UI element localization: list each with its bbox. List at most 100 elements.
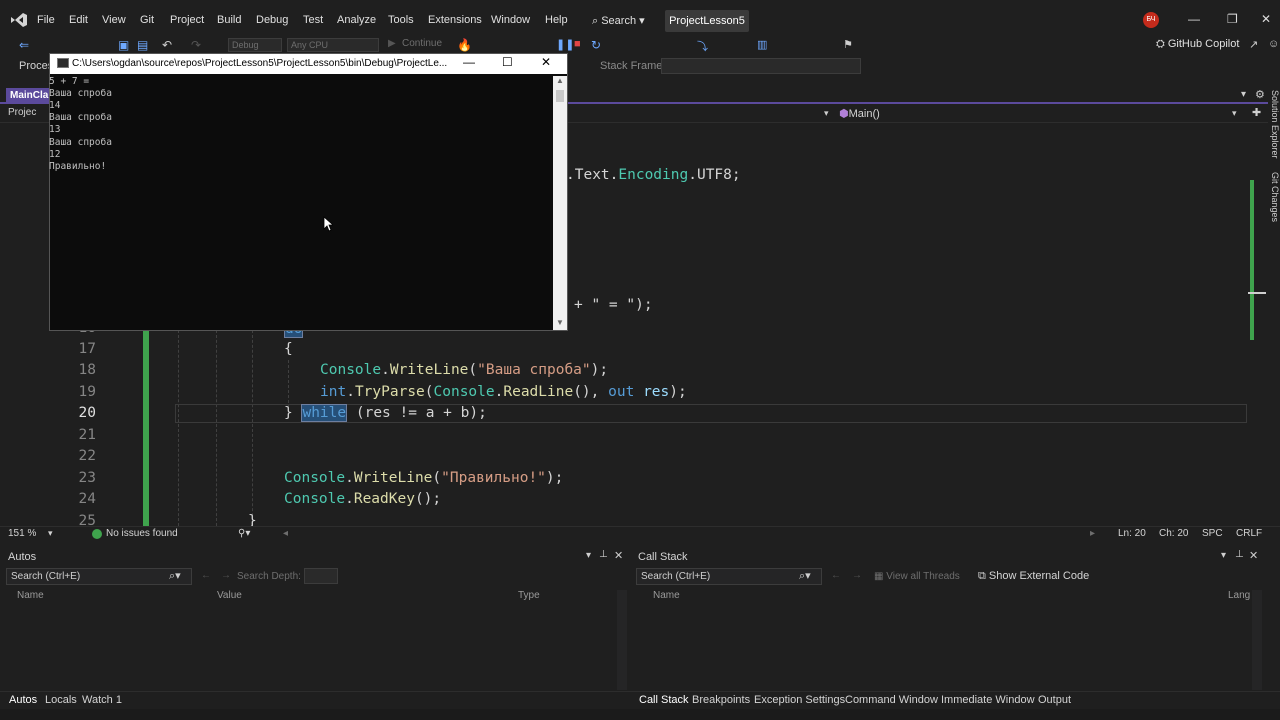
restart-icon[interactable]: ↻ [591, 38, 605, 52]
project-navigation-combo[interactable]: Projec [8, 107, 36, 118]
diagnostics-icon[interactable]: ▥ [757, 38, 771, 52]
column-header-type[interactable]: Type [518, 590, 540, 601]
menu-project[interactable]: Project [170, 14, 204, 26]
search-box[interactable]: ⌕ Search ▾ [592, 10, 656, 30]
minimize-icon[interactable]: — [1188, 12, 1200, 26]
console-close-icon[interactable]: ✕ [541, 55, 551, 69]
show-external-code-button[interactable]: ⧉ Show External Code [978, 570, 1089, 583]
menu-tools[interactable]: Tools [388, 14, 414, 26]
pause-icon[interactable]: ❚❚ [556, 38, 574, 52]
solution-explorer-tab[interactable]: Solution Explorer [1270, 90, 1280, 159]
tab-breakpoints[interactable]: Breakpoints [692, 694, 750, 706]
search-back-icon[interactable]: ← [201, 570, 211, 581]
view-all-threads-button[interactable]: ▦ View all Threads [874, 571, 960, 582]
git-changes-tab[interactable]: Git Changes [1270, 172, 1280, 222]
tab-locals[interactable]: Locals [45, 694, 77, 706]
undo-icon[interactable]: ↶ [162, 38, 176, 52]
settings-icon[interactable]: ⚙ [1255, 88, 1265, 101]
autos-scrollbar[interactable] [617, 590, 627, 690]
stack-frame-combo[interactable] [661, 58, 861, 74]
chevron-down-icon[interactable]: ▾ [1221, 550, 1226, 561]
whitespace-indicator[interactable]: SPC [1202, 528, 1223, 539]
menu-debug[interactable]: Debug [256, 14, 288, 26]
column-header-name[interactable]: Name [653, 590, 680, 601]
stop-icon[interactable]: ■ [574, 38, 588, 52]
column-header-language[interactable]: Lang [1228, 590, 1250, 601]
pin-icon[interactable]: ⊥ [1235, 549, 1244, 560]
close-icon[interactable]: ✕ [1261, 12, 1271, 26]
continue-label[interactable]: Continue [402, 38, 442, 49]
search-back-icon[interactable]: ← [831, 570, 841, 581]
tab-output[interactable]: Output [1038, 694, 1071, 706]
save-all-icon[interactable]: ▤ [137, 38, 151, 52]
menu-view[interactable]: View [102, 14, 126, 26]
scroll-down-icon[interactable]: ▼ [556, 318, 564, 327]
console-minimize-icon[interactable]: — [463, 55, 475, 69]
console-scrollbar[interactable] [553, 76, 567, 330]
share-icon[interactable]: ↗ [1249, 38, 1263, 52]
chevron-down-icon[interactable]: ▾ [48, 528, 53, 539]
bookmark-icon[interactable]: ⚑ [843, 38, 857, 52]
console-output-area[interactable] [50, 76, 553, 330]
restore-icon[interactable]: ❐ [1227, 12, 1238, 26]
call-stack-search-input[interactable]: Search (Ctrl+E) [636, 568, 822, 585]
menu-help[interactable]: Help [545, 14, 568, 26]
search-icon[interactable]: ⌕▾ [799, 569, 811, 583]
search-depth-combo[interactable] [304, 568, 338, 584]
menu-window[interactable]: Window [491, 14, 530, 26]
search-forward-icon[interactable]: → [221, 570, 231, 581]
github-copilot-button[interactable]: ⛭ GitHub Copilot [1156, 38, 1239, 51]
platform-combo[interactable]: Any CPU [287, 38, 379, 52]
close-icon[interactable]: ✕ [614, 549, 623, 562]
column-header-value[interactable]: Value [217, 590, 242, 601]
tab-immediate-window[interactable]: Immediate Window [941, 694, 1035, 706]
menu-analyze[interactable]: Analyze [337, 14, 376, 26]
menu-test[interactable]: Test [303, 14, 323, 26]
back-icon[interactable]: ⇐ [19, 38, 33, 52]
chevron-down-icon[interactable]: ▾ [586, 550, 591, 561]
configuration-combo[interactable]: Debug [228, 38, 282, 52]
search-forward-icon[interactable]: → [852, 570, 862, 581]
account-avatar[interactable]: БЧ [1143, 12, 1159, 28]
tab-command-window[interactable]: Command Window [845, 694, 938, 706]
redo-icon[interactable]: ↷ [191, 38, 205, 52]
console-scroll-thumb[interactable] [556, 90, 564, 102]
save-icon[interactable]: ▣ [118, 38, 132, 52]
feedback-icon[interactable]: ☺ [1268, 38, 1280, 52]
column-indicator[interactable]: Ch: 20 [1159, 528, 1188, 539]
step-icon[interactable]: ⤵ [697, 38, 711, 53]
menu-file[interactable]: File [37, 14, 55, 26]
document-tab-main[interactable]: MainCla [6, 88, 50, 104]
chevron-down-icon[interactable]: ▾ [824, 108, 829, 119]
scroll-right-icon[interactable]: ▸ [1090, 528, 1095, 539]
menu-edit[interactable]: Edit [69, 14, 88, 26]
zoom-level[interactable]: 151 % [8, 528, 36, 539]
scroll-up-icon[interactable]: ▲ [556, 76, 564, 85]
column-header-name[interactable]: Name [17, 590, 44, 601]
console-maximize-icon[interactable]: ☐ [502, 55, 513, 69]
method-navigation-combo[interactable]: ⬢Main() [839, 107, 880, 120]
line-indicator[interactable]: Ln: 20 [1118, 528, 1146, 539]
menu-extensions[interactable]: Extensions [428, 14, 482, 26]
call-stack-scrollbar[interactable] [1252, 590, 1262, 690]
scroll-left-icon[interactable]: ◂ [283, 528, 288, 539]
code-cleanup-icon[interactable]: ⚲▾ [238, 528, 250, 539]
line-ending-indicator[interactable]: CRLF [1236, 528, 1262, 539]
issues-status[interactable]: No issues found [106, 528, 178, 539]
hot-reload-icon[interactable]: 🔥 [457, 38, 472, 52]
close-icon[interactable]: ✕ [1249, 549, 1258, 562]
tab-autos[interactable]: Autos [9, 694, 37, 706]
menu-git[interactable]: Git [140, 14, 154, 26]
search-icon[interactable]: ⌕▾ [169, 569, 181, 583]
autos-search-input[interactable]: Search (Ctrl+E) [6, 568, 192, 585]
tab-watch-1[interactable]: Watch 1 [82, 694, 122, 706]
project-name-badge[interactable]: ProjectLesson5 [665, 10, 749, 32]
tab-list-icon[interactable]: ▾ [1241, 89, 1246, 100]
chevron-down-icon[interactable]: ▾ [1232, 108, 1237, 119]
split-editor-icon[interactable]: ✚ [1252, 106, 1261, 119]
tab-exception-settings[interactable]: Exception Settings [754, 694, 845, 706]
pin-icon[interactable]: ⊥ [599, 549, 608, 560]
menu-build[interactable]: Build [217, 14, 241, 26]
continue-icon[interactable]: ▶ [388, 38, 402, 52]
tab-call-stack[interactable]: Call Stack [639, 694, 689, 706]
